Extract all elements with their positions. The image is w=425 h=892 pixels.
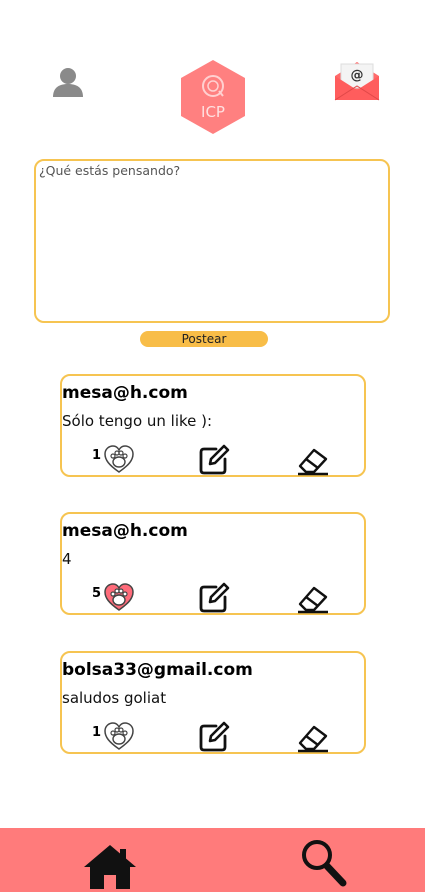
like-count: 1 — [92, 725, 102, 740]
edit-button[interactable] — [198, 721, 230, 753]
delete-button[interactable] — [296, 723, 330, 753]
post-card: mesa@h.com Sólo tengo un like ): 1 — [60, 374, 366, 477]
logo-text: ICP — [201, 103, 225, 121]
edit-icon — [199, 444, 230, 475]
like-count: 5 — [92, 586, 102, 601]
paw-heart-icon — [104, 722, 134, 750]
header: ICP @ — [0, 0, 425, 140]
like-count: 1 — [92, 448, 102, 463]
post-card: bolsa33@gmail.com saludos goliat 1 — [60, 651, 366, 754]
like-button[interactable] — [103, 721, 135, 751]
home-icon — [84, 845, 136, 889]
edit-button[interactable] — [198, 582, 230, 614]
app-logo: ICP — [178, 58, 248, 136]
search-icon — [302, 840, 347, 887]
profile-button[interactable] — [48, 62, 88, 102]
mail-button[interactable]: @ — [332, 60, 382, 102]
post-composer — [34, 159, 390, 323]
post-button[interactable]: Postear — [140, 331, 268, 347]
eraser-icon — [298, 586, 328, 614]
delete-button[interactable] — [296, 584, 330, 614]
post-text: Sólo tengo un like ): — [62, 412, 213, 430]
post-text: 4 — [62, 550, 72, 568]
svg-text:@: @ — [351, 68, 364, 83]
post-card: mesa@h.com 4 5 — [60, 512, 366, 615]
paw-heart-icon — [104, 445, 134, 473]
paw-heart-icon — [104, 583, 134, 611]
search-button[interactable] — [298, 836, 348, 888]
edit-icon — [199, 582, 230, 613]
bottom-nav — [0, 828, 425, 892]
eraser-icon — [298, 725, 328, 753]
edit-button[interactable] — [198, 444, 230, 476]
post-text: saludos goliat — [62, 689, 167, 707]
post-author: mesa@h.com — [62, 521, 188, 541]
edit-icon — [199, 721, 230, 752]
like-button[interactable] — [103, 582, 135, 612]
user-icon — [53, 68, 83, 97]
eraser-icon — [298, 448, 328, 476]
delete-button[interactable] — [296, 446, 330, 476]
like-button[interactable] — [103, 444, 135, 474]
mail-icon: @ — [334, 62, 380, 101]
post-input[interactable] — [39, 163, 385, 319]
post-author: bolsa33@gmail.com — [62, 660, 253, 680]
post-author: mesa@h.com — [62, 383, 188, 403]
home-button[interactable] — [82, 842, 138, 892]
